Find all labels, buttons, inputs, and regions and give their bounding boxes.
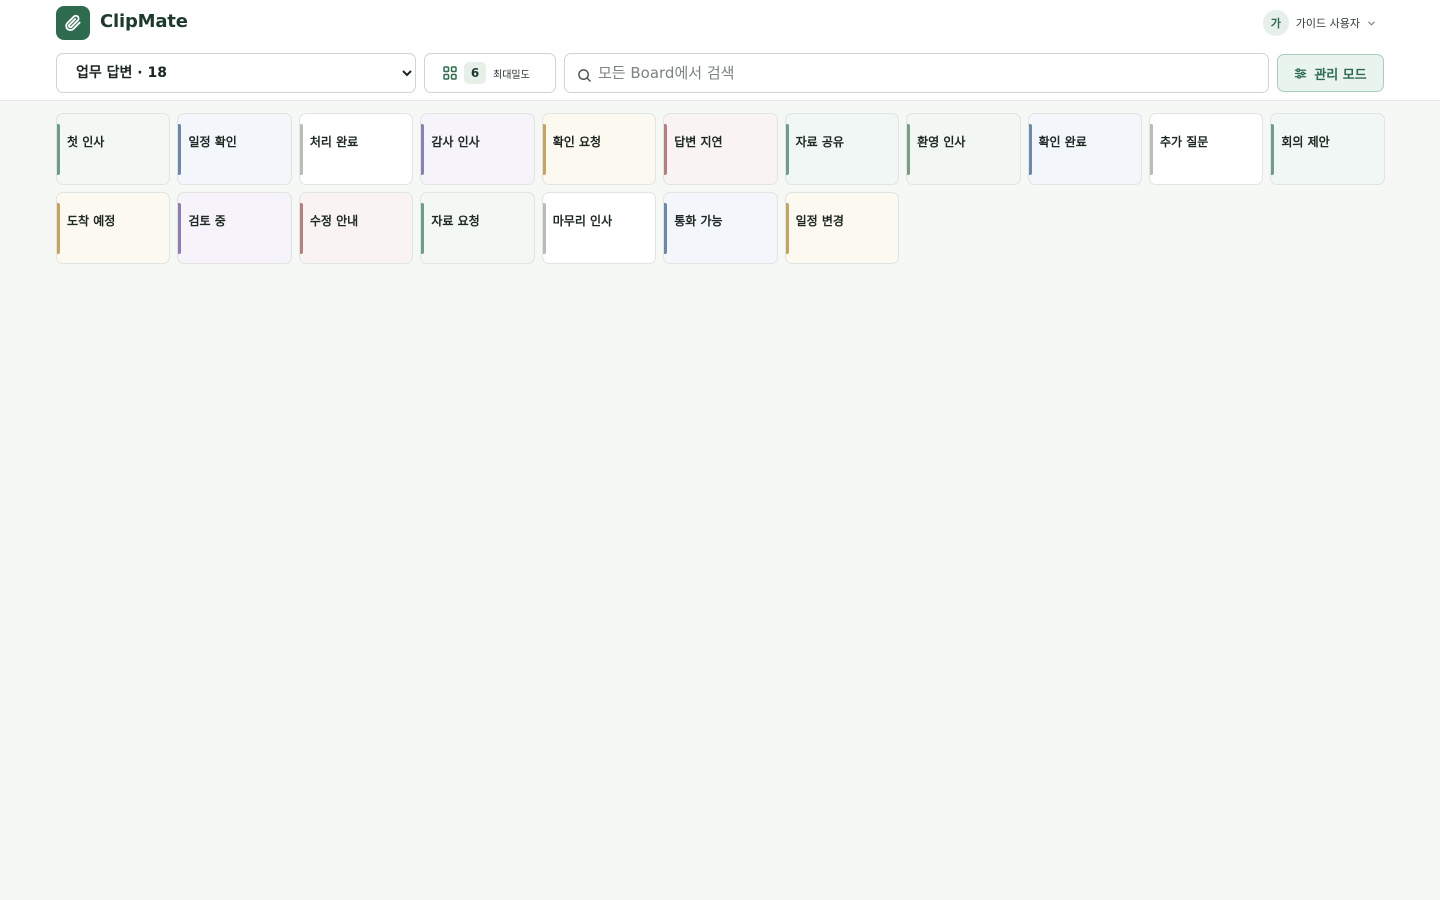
search-box[interactable] [564, 53, 1269, 93]
clip-label: 일정 변경 [795, 214, 844, 228]
manage-mode-label: 관리 모드 [1314, 67, 1367, 83]
app-logo[interactable] [56, 6, 90, 40]
clip-card[interactable]: 첫 인사 [56, 113, 171, 185]
clip-card[interactable]: 마무리 인사 [541, 192, 657, 264]
clip-accent-bar [421, 203, 425, 254]
clip-accent-bar [785, 203, 789, 254]
clip-label: 확인 요청 [552, 135, 602, 149]
user-menu[interactable]: 가 가이드 사용자 [1262, 10, 1376, 36]
clip-card[interactable]: 확인 완료 [1027, 113, 1142, 185]
clip-accent-bar [785, 124, 789, 175]
app-header: ClipMate 가 가이드 사용자 업무 답변 · 18 6 최대밀도 모든 … [0, 0, 1440, 101]
clip-accent-bar [1271, 124, 1275, 175]
clip-accent-bar [178, 124, 182, 175]
clip-accent-bar [1028, 124, 1032, 175]
paperclip-icon [65, 14, 81, 32]
manage-mode-button[interactable]: 관리 모드 [1277, 54, 1384, 92]
clip-accent-bar [664, 203, 668, 254]
clip-card[interactable]: 도착 예정 [56, 192, 171, 264]
clip-card[interactable]: 환영 인사 [906, 113, 1021, 185]
clip-label: 확인 완료 [1038, 135, 1087, 149]
clip-accent-bar [542, 124, 546, 175]
clip-label: 회의 제안 [1281, 135, 1330, 149]
clip-card[interactable]: 확인 요청 [541, 113, 657, 185]
clip-label: 검토 중 [188, 214, 226, 228]
chevron-down-icon [1367, 19, 1376, 28]
clip-accent-bar [421, 124, 425, 175]
clip-label: 감사 인사 [431, 135, 480, 149]
clip-card[interactable]: 일정 변경 [784, 192, 900, 264]
clip-card[interactable]: 수정 안내 [298, 192, 414, 264]
clip-label: 일정 확인 [188, 135, 237, 149]
clip-label: 답변 지연 [674, 135, 723, 149]
clip-card[interactable]: 처리 완료 [298, 113, 414, 185]
density-count: 6 [464, 62, 486, 84]
clip-card[interactable]: 검토 중 [177, 192, 292, 264]
density-label: 최대밀도 [493, 69, 530, 81]
clip-accent-bar [542, 203, 546, 254]
clip-label: 마무리 인사 [552, 214, 613, 228]
sliders-icon [1295, 67, 1307, 79]
clip-accent-bar [57, 124, 60, 175]
clip-accent-bar [57, 203, 60, 254]
clip-card[interactable]: 일정 확인 [177, 113, 292, 185]
board-select[interactable]: 업무 답변 · 18 [56, 53, 416, 93]
clip-label: 추가 질문 [1159, 135, 1209, 149]
clip-card[interactable]: 감사 인사 [420, 113, 535, 185]
grid-icon [443, 66, 457, 80]
clip-card[interactable]: 답변 지연 [663, 113, 778, 185]
clip-label: 환영 인사 [917, 135, 966, 149]
clip-label: 처리 완료 [309, 135, 359, 149]
avatar: 가 [1262, 10, 1289, 36]
clip-label: 도착 예정 [67, 214, 116, 228]
search-input[interactable] [598, 54, 1268, 92]
clip-card[interactable]: 회의 제안 [1270, 113, 1385, 185]
clip-board-grid: 첫 인사 일정 확인 처리 완료 감사 인사 확인 요청 답변 지연 자료 공유 환영 인사 확… [56, 113, 1385, 264]
clip-label: 수정 안내 [309, 214, 359, 228]
clip-accent-bar [178, 203, 182, 254]
clip-accent-bar [1149, 124, 1153, 175]
clip-card[interactable]: 자료 공유 [784, 113, 900, 185]
search-icon [578, 69, 591, 82]
density-control[interactable]: 6 최대밀도 [424, 53, 556, 93]
clip-label: 자료 공유 [795, 135, 844, 149]
clip-accent-bar [299, 203, 303, 254]
clip-accent-bar [299, 124, 303, 175]
user-name: 가이드 사용자 [1295, 17, 1360, 30]
clip-card[interactable]: 추가 질문 [1148, 113, 1264, 185]
app-title: ClipMate [100, 11, 188, 32]
clip-accent-bar [664, 124, 668, 175]
clip-label: 통화 가능 [674, 214, 723, 228]
clip-label: 첫 인사 [67, 135, 105, 149]
clip-card[interactable]: 통화 가능 [663, 192, 778, 264]
clip-accent-bar [907, 124, 911, 175]
clip-label: 자료 요청 [431, 214, 480, 228]
clip-card[interactable]: 자료 요청 [420, 192, 535, 264]
